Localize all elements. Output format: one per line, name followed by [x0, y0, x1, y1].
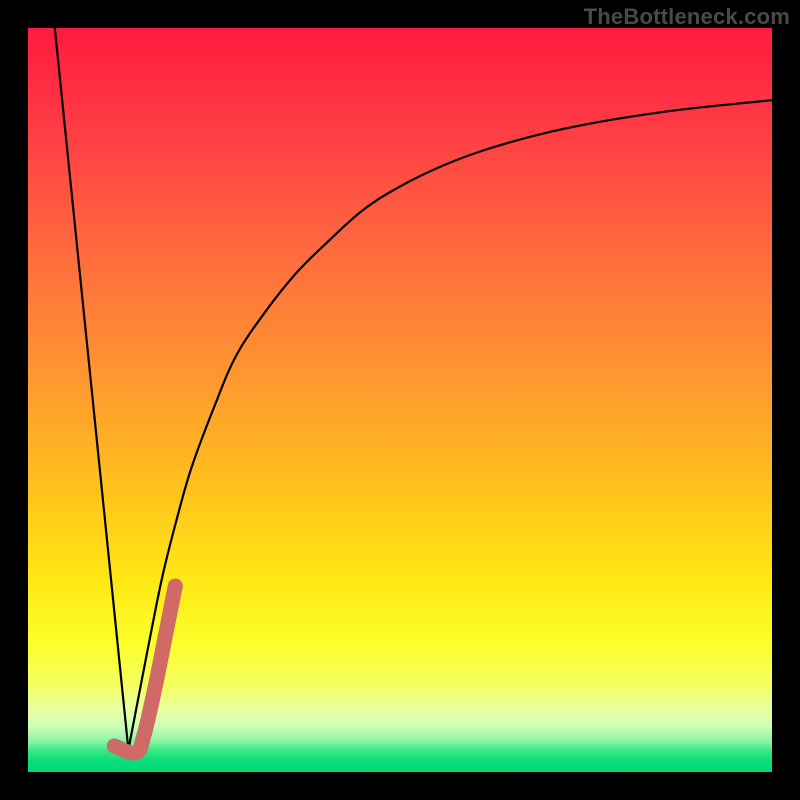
curve-layer: [28, 28, 772, 772]
bottleneck-curve-left: [55, 28, 129, 750]
bottleneck-curve-right: [128, 100, 772, 750]
chart-frame: TheBottleneck.com: [0, 0, 800, 800]
plot-area: [28, 28, 772, 772]
watermark-text: TheBottleneck.com: [584, 4, 790, 30]
